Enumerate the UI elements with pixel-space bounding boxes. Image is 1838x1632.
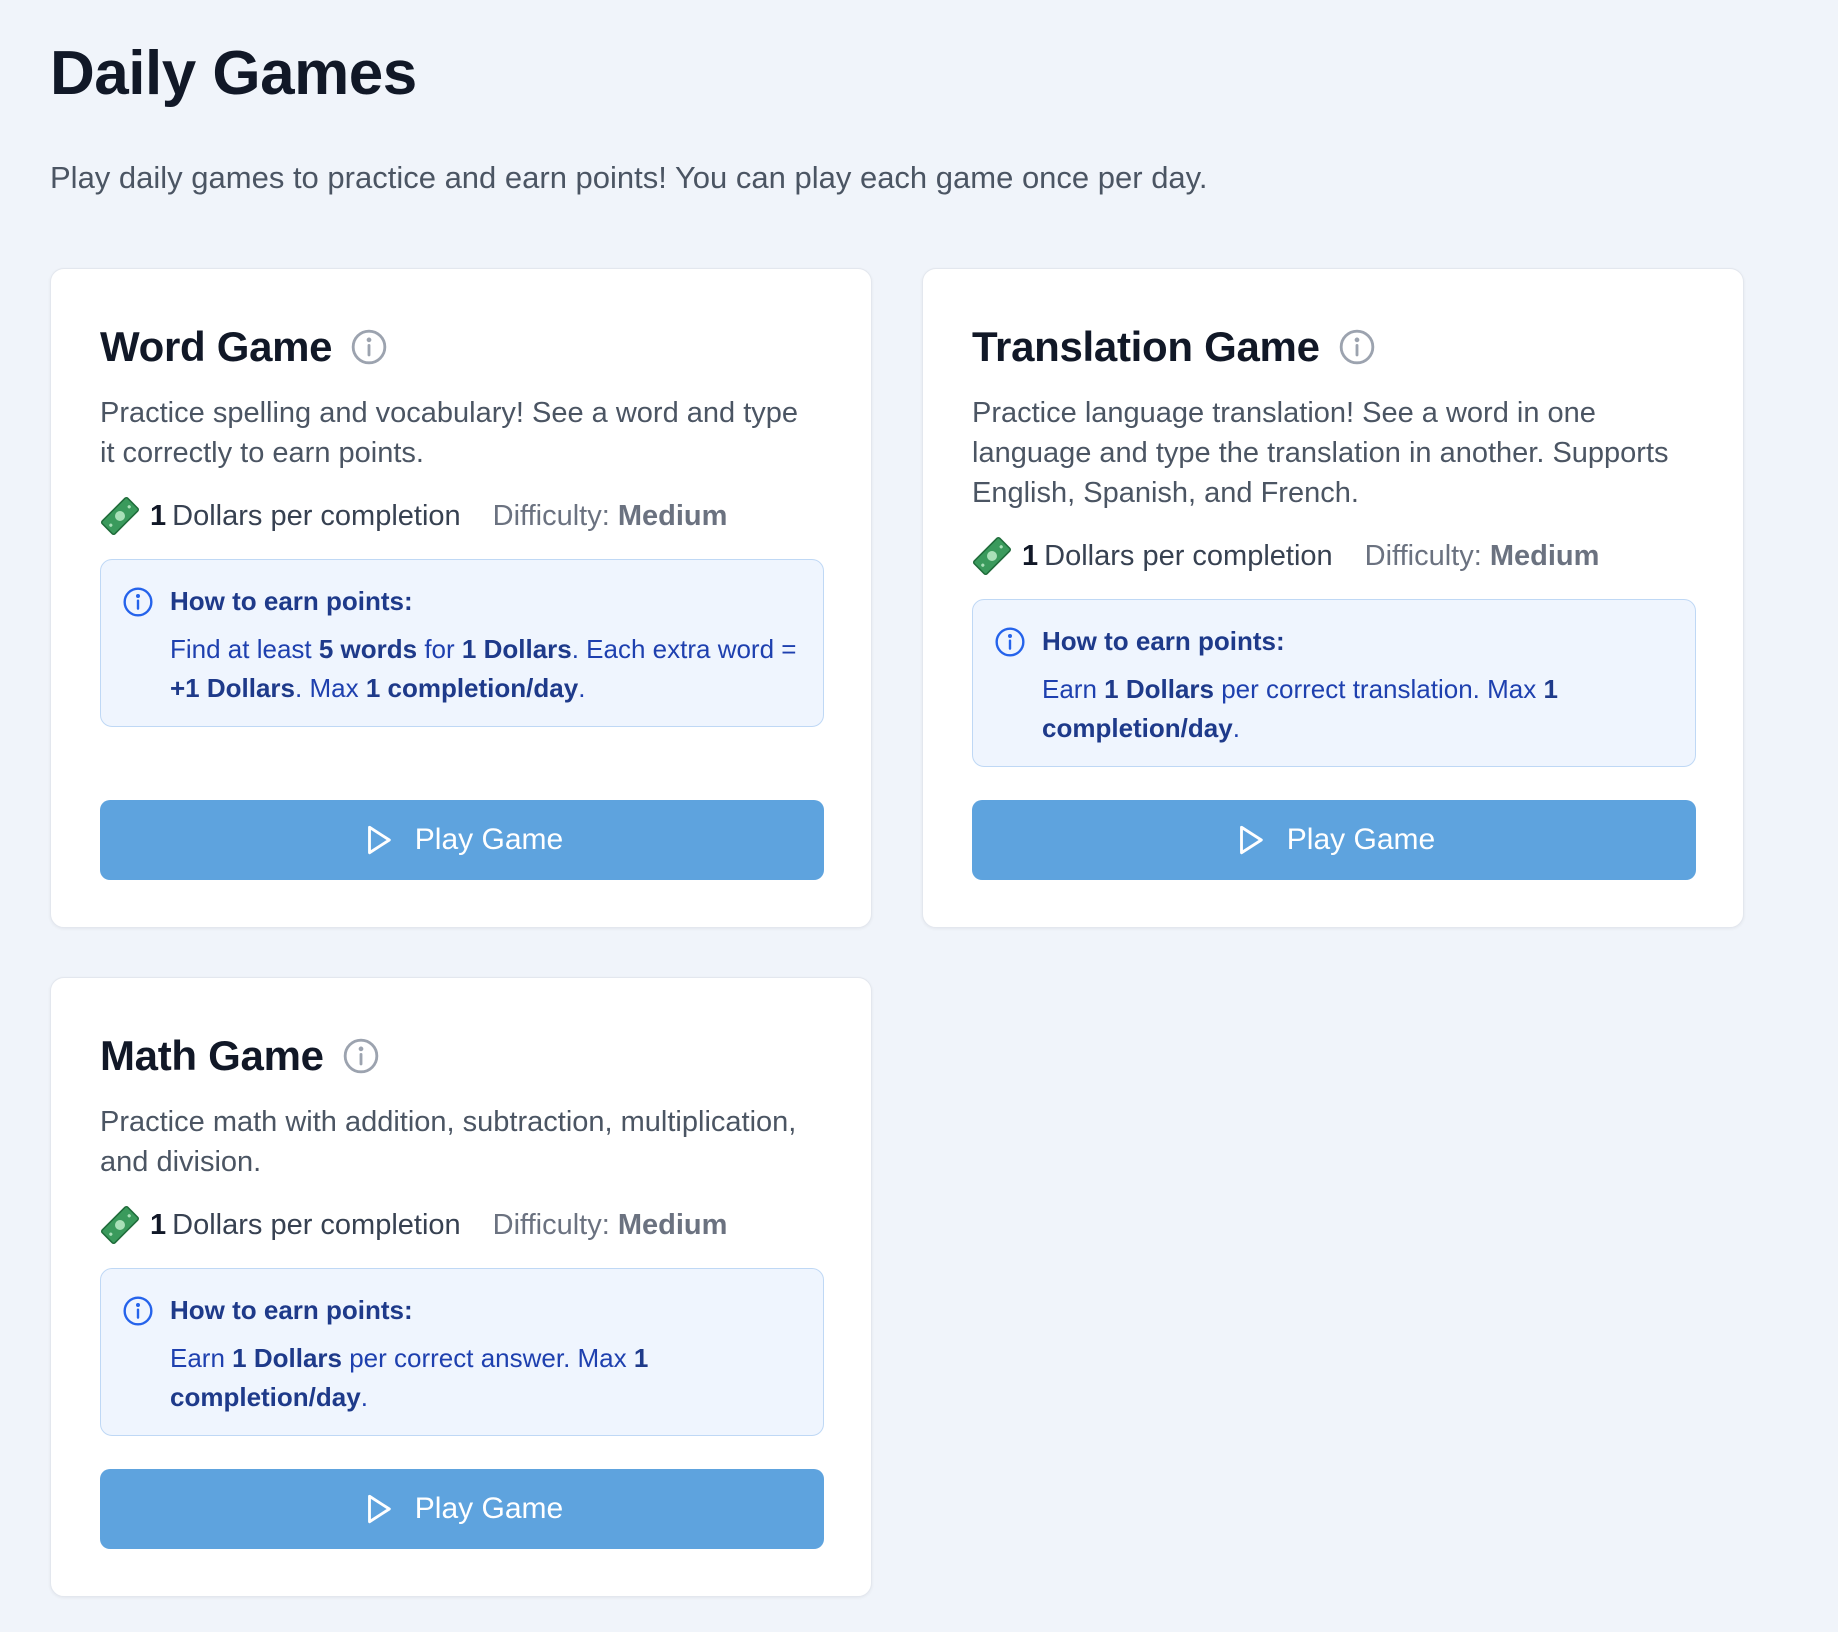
page-title: Daily Games xyxy=(50,39,417,108)
howto-box: How to earn points: Find at least 5 word… xyxy=(100,559,824,727)
info-icon[interactable] xyxy=(1338,328,1376,366)
difficulty-label: Difficulty: xyxy=(492,1209,610,1241)
play-game-button[interactable]: Play Game xyxy=(100,800,824,880)
howto-title: How to earn points: xyxy=(170,1295,413,1325)
difficulty: Difficulty: Medium xyxy=(1365,536,1600,576)
howto-box: How to earn points: Earn 1 Dollars per c… xyxy=(100,1268,824,1436)
math-game-card: Math Game Practice math with addition, s… xyxy=(50,977,872,1597)
difficulty: Difficulty: Medium xyxy=(493,1205,728,1245)
card-description: Practice spelling and vocabulary! See a … xyxy=(100,397,799,469)
info-icon xyxy=(122,1295,154,1327)
info-icon xyxy=(994,626,1026,658)
word-game-card: Word Game Practice spelling and vocabula… xyxy=(50,268,872,928)
howto-text: Earn 1 Dollars per correct answer. Max 1… xyxy=(170,1343,649,1412)
play-game-button[interactable]: Play Game xyxy=(972,800,1696,880)
play-game-label: Play Game xyxy=(414,1492,564,1525)
reward-amount: 1 xyxy=(150,1209,167,1241)
page-subtitle: Play daily games to practice and earn po… xyxy=(50,160,1208,195)
card-description: Practice math with addition, subtraction… xyxy=(100,1106,797,1178)
card-title: Math Game xyxy=(100,1032,324,1079)
money-icon xyxy=(100,496,140,536)
reward-amount: 1 xyxy=(1022,540,1039,572)
play-icon xyxy=(361,823,395,857)
reward-text: Dollars per completion xyxy=(1044,540,1333,572)
howto-text: Find at least 5 words for 1 Dollars. Eac… xyxy=(170,634,797,703)
play-game-label: Play Game xyxy=(1286,823,1436,856)
difficulty-value: Medium xyxy=(1489,540,1600,572)
reward-row: 1 Dollars per completion Difficulty: Med… xyxy=(100,496,727,536)
difficulty-label: Difficulty: xyxy=(492,500,610,532)
card-description: Practice language translation! See a wor… xyxy=(972,397,1669,509)
card-header: Translation Game xyxy=(972,321,1376,373)
reward-amount: 1 xyxy=(150,500,167,532)
howto-title: How to earn points: xyxy=(1042,626,1285,656)
difficulty-label: Difficulty: xyxy=(1364,540,1482,572)
info-icon xyxy=(122,586,154,618)
card-header: Word Game xyxy=(100,321,388,373)
play-game-label: Play Game xyxy=(414,823,564,856)
difficulty-value: Medium xyxy=(617,500,728,532)
howto-text: Earn 1 Dollars per correct translation. … xyxy=(1042,674,1558,743)
info-icon[interactable] xyxy=(342,1037,380,1075)
reward-row: 1 Dollars per completion Difficulty: Med… xyxy=(100,1205,727,1245)
play-icon xyxy=(1233,823,1267,857)
difficulty: Difficulty: Medium xyxy=(493,496,728,536)
card-header: Math Game xyxy=(100,1030,380,1082)
money-icon xyxy=(100,1205,140,1245)
reward-text: Dollars per completion xyxy=(172,500,461,532)
card-title: Word Game xyxy=(100,323,333,370)
reward-row: 1 Dollars per completion Difficulty: Med… xyxy=(972,536,1599,576)
difficulty-value: Medium xyxy=(617,1209,728,1241)
translation-game-card: Translation Game Practice language trans… xyxy=(922,268,1744,928)
play-icon xyxy=(361,1492,395,1526)
play-game-button[interactable]: Play Game xyxy=(100,1469,824,1549)
money-icon xyxy=(972,536,1012,576)
howto-box: How to earn points: Earn 1 Dollars per c… xyxy=(972,599,1696,767)
info-icon[interactable] xyxy=(350,328,388,366)
card-title: Translation Game xyxy=(972,323,1320,370)
reward-text: Dollars per completion xyxy=(172,1209,461,1241)
howto-title: How to earn points: xyxy=(170,586,413,616)
